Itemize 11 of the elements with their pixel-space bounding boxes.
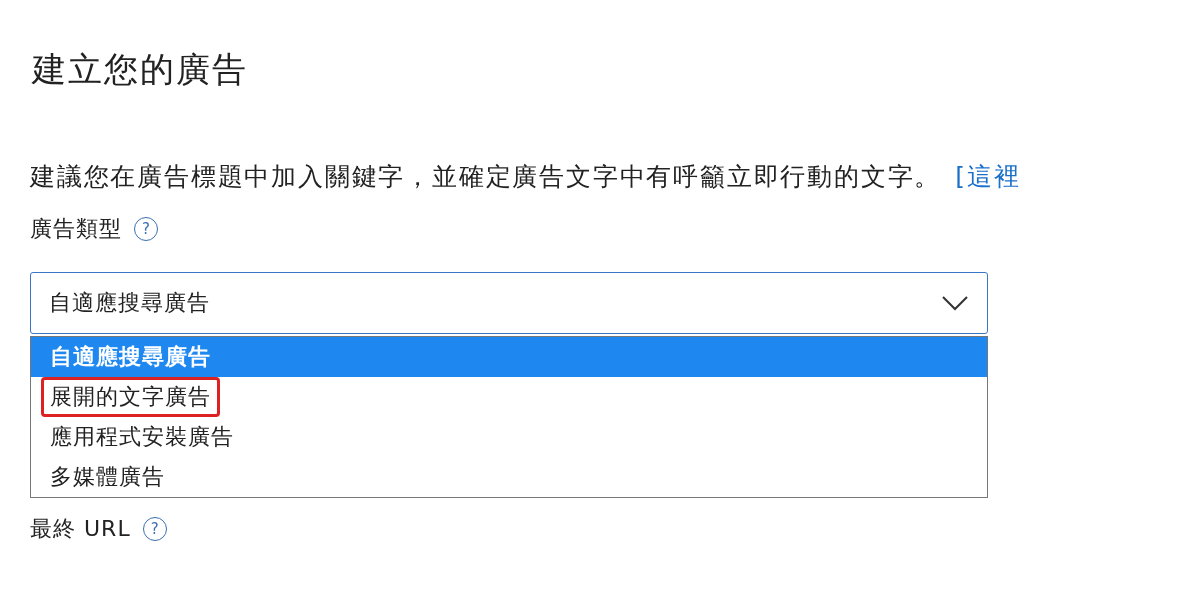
field-label: 最終 URL (30, 515, 131, 543)
help-link[interactable]: [這裡 (955, 160, 1021, 194)
page-title: 建立您的廣告 (32, 48, 249, 91)
ad-type-dropdown[interactable]: 自適應搜尋廣告 (30, 272, 988, 334)
dropdown-option[interactable]: 自適應搜尋廣告 (31, 337, 987, 377)
dropdown-option[interactable]: 展開的文字廣告 (31, 377, 987, 417)
dropdown-option[interactable]: 多媒體廣告 (31, 457, 987, 497)
chevron-down-icon (941, 295, 969, 311)
dropdown-option[interactable]: 應用程式安裝廣告 (31, 417, 987, 457)
hint-text: 建議您在廣告標題中加入關鍵字，並確定廣告文字中有呼籲立即行動的文字。 (30, 161, 942, 193)
field-label: 廣告類型 (30, 215, 122, 243)
